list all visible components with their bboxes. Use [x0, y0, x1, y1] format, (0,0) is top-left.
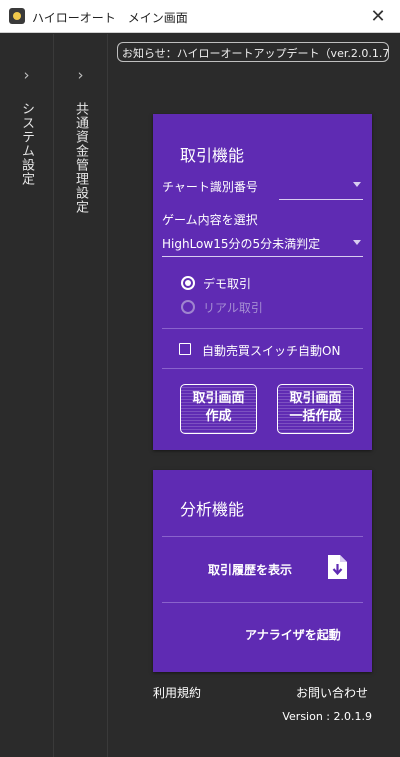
- button-label-line1: 取引画面: [289, 391, 342, 406]
- window-title: ハイローオート メイン画面: [32, 11, 188, 25]
- chart-id-label: チャート識別番号: [162, 180, 258, 194]
- select-underline: [162, 256, 363, 257]
- radio-demo-trade-label[interactable]: デモ取引: [203, 275, 251, 292]
- bulk-create-trade-screen-button[interactable]: 取引画面 一括作成: [277, 384, 354, 434]
- update-notice[interactable]: お知らせ：ハイローオートアップデート（ver.2.0.1.7）: [117, 42, 389, 62]
- show-trade-history-button[interactable]: 取引履歴を表示: [153, 537, 372, 602]
- analysis-panel-title: 分析機能: [180, 500, 245, 519]
- terms-link[interactable]: 利用規約: [153, 684, 201, 701]
- auto-switch-checkbox[interactable]: [179, 343, 191, 355]
- show-trade-history-label: 取引履歴を表示: [208, 563, 293, 577]
- create-trade-screen-button[interactable]: 取引画面 作成: [180, 384, 257, 434]
- divider: [162, 328, 363, 329]
- radio-real-trade: [181, 300, 195, 314]
- contact-link[interactable]: お問い合わせ: [296, 684, 368, 701]
- chevron-down-icon: [353, 182, 361, 187]
- app-logo-icon: [9, 8, 25, 24]
- sidebar-item-system-settings[interactable]: システム設定: [17, 102, 36, 186]
- button-label-line2: 作成: [205, 409, 232, 424]
- chevron-right-icon[interactable]: ›: [0, 66, 53, 84]
- close-icon[interactable]: ✕: [356, 0, 400, 33]
- trading-panel-title: 取引機能: [180, 146, 245, 165]
- sidebar-panel-money-management[interactable]: › 共通資金管理設定: [54, 34, 108, 757]
- radio-real-trade-label: リアル取引: [203, 301, 263, 315]
- auto-switch-label[interactable]: 自動売買スイッチ自動ON: [202, 342, 340, 359]
- sidebar-panel-system[interactable]: › システム設定: [0, 34, 54, 757]
- button-label-line1: 取引画面: [192, 391, 245, 406]
- version-text: Version : 2.0.1.9: [282, 710, 372, 723]
- chevron-right-icon[interactable]: ›: [54, 66, 107, 84]
- divider: [162, 368, 363, 369]
- title-bar: ハイローオート メイン画面 ✕: [0, 0, 400, 33]
- chart-id-select[interactable]: [279, 174, 363, 200]
- sidebar-item-common-money-settings[interactable]: 共通資金管理設定: [71, 102, 90, 214]
- button-label-line2: 一括作成: [289, 409, 342, 424]
- file-download-icon: [328, 555, 347, 579]
- game-select-value: HighLow15分の5分未満判定: [162, 237, 321, 251]
- game-select-label: ゲーム内容を選択: [162, 213, 258, 227]
- select-underline: [279, 199, 363, 200]
- game-select[interactable]: HighLow15分の5分未満判定: [153, 231, 372, 257]
- chevron-down-icon: [353, 240, 361, 245]
- launch-analyzer-label: アナライザを起動: [245, 628, 341, 642]
- launch-analyzer-button[interactable]: アナライザを起動: [153, 603, 372, 668]
- analysis-panel: 分析機能 取引履歴を表示 アナライザを起動: [153, 470, 372, 672]
- radio-demo-trade[interactable]: [181, 276, 195, 290]
- trading-panel: 取引機能 チャート識別番号 ゲーム内容を選択 HighLow15分の5分未満判定…: [153, 114, 372, 450]
